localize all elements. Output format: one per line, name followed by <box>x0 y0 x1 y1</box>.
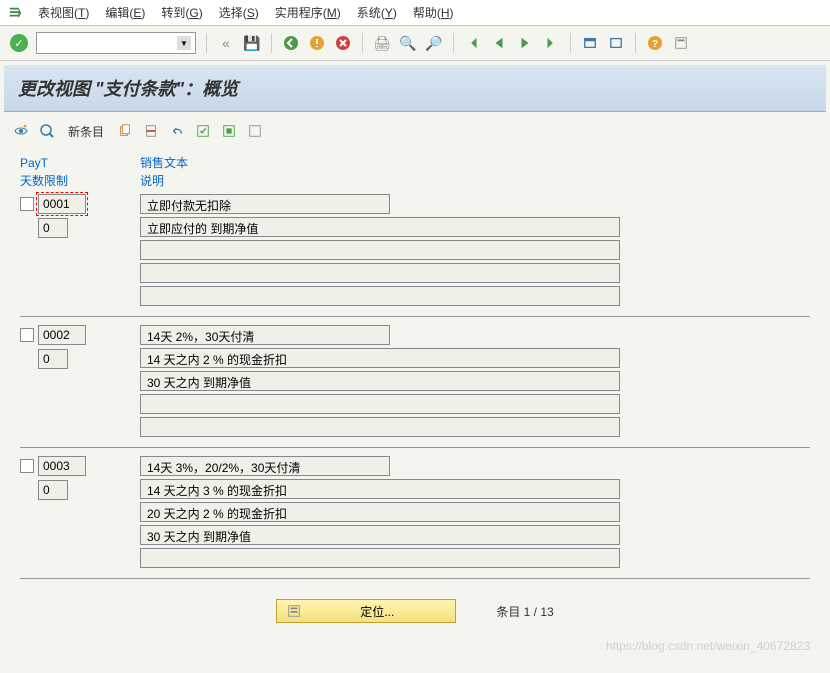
new-session-icon[interactable] <box>581 34 599 52</box>
description-line[interactable] <box>140 548 620 568</box>
toggle-display-icon[interactable] <box>12 122 30 140</box>
separator <box>206 33 207 53</box>
menu-help[interactable]: 帮助(H) <box>413 4 454 21</box>
command-field[interactable]: ▼ <box>36 32 196 54</box>
payt-code-field[interactable]: 0002 <box>38 325 86 345</box>
daylimit-field[interactable]: 0 <box>38 218 68 238</box>
system-toolbar: ✓ ▼ « 💾 🖨 🔍 🔎 ? <box>0 26 830 61</box>
entry-checkbox[interactable] <box>20 328 34 342</box>
description-line[interactable]: 立即应付的 到期净值 <box>140 217 620 237</box>
separator <box>271 33 272 53</box>
entry-row: 0002 0 14天 2%，30天付清 14 天之内 2 % 的现金折扣 30 … <box>20 325 810 448</box>
entry-checkbox[interactable] <box>20 197 34 211</box>
first-page-icon[interactable] <box>464 34 482 52</box>
separator <box>570 33 571 53</box>
find-next-icon[interactable]: 🔎 <box>425 34 443 52</box>
customize-icon[interactable] <box>672 34 690 52</box>
separator <box>635 33 636 53</box>
menu-tableview[interactable]: 表视图(T) <box>38 4 89 21</box>
description-line[interactable]: 20 天之内 2 % 的现金折扣 <box>140 502 620 522</box>
position-button[interactable]: 定位... <box>276 599 456 623</box>
watermark: https://blog.csdn.net/weixin_40672823 <box>606 639 810 653</box>
description-line[interactable]: 14 天之内 3 % 的现金折扣 <box>140 479 620 499</box>
dropdown-arrow-icon[interactable]: ▼ <box>177 36 191 50</box>
svg-text:?: ? <box>652 39 658 50</box>
new-entry-label[interactable]: 新条目 <box>68 123 104 140</box>
separator <box>362 33 363 53</box>
description-line[interactable]: 30 天之内 到期净值 <box>140 371 620 391</box>
description-line[interactable]: 14 天之内 2 % 的现金折扣 <box>140 348 620 368</box>
description-line[interactable] <box>140 394 620 414</box>
position-label: 定位... <box>309 603 445 620</box>
footer: 定位... 条目 1 / 13 <box>20 589 810 633</box>
app-toolbar: 新条目 <box>0 116 830 146</box>
back-nav-icon[interactable] <box>282 34 300 52</box>
menu-utilities[interactable]: 实用程序(M) <box>275 4 341 21</box>
menu-system[interactable]: 系统(Y) <box>357 4 397 21</box>
copy-icon[interactable] <box>116 122 134 140</box>
menubar: 表视图(T) 编辑(E) 转到(G) 选择(S) 实用程序(M) 系统(Y) 帮… <box>0 0 830 26</box>
delete-icon[interactable] <box>142 122 160 140</box>
undo-icon[interactable] <box>168 122 186 140</box>
header-description: 说明 <box>140 172 810 190</box>
shortcut-icon[interactable] <box>607 34 625 52</box>
entry-row: 0001 0 立即付款无扣除 立即应付的 到期净值 <box>20 194 810 317</box>
description-line[interactable] <box>140 263 620 283</box>
exit-icon[interactable] <box>308 34 326 52</box>
select-all-icon[interactable] <box>194 122 212 140</box>
daylimit-field[interactable]: 0 <box>38 349 68 369</box>
salestext-field[interactable]: 14天 3%，20/2%，30天付清 <box>140 456 390 476</box>
details-icon[interactable] <box>38 122 56 140</box>
entry-row: 0003 0 14天 3%，20/2%，30天付清 14 天之内 3 % 的现金… <box>20 456 810 579</box>
menu-indicator-icon <box>8 6 22 20</box>
separator <box>453 33 454 53</box>
page-title: 更改视图 "支付条款"：概览 <box>4 65 826 112</box>
description-line[interactable] <box>140 240 620 260</box>
menu-edit[interactable]: 编辑(E) <box>105 4 145 21</box>
header-payt: PayT <box>20 154 140 172</box>
header-salestext: 销售文本 <box>140 154 810 172</box>
deselect-all-icon[interactable] <box>246 122 264 140</box>
position-icon <box>287 604 301 618</box>
find-icon[interactable]: 🔍 <box>399 34 417 52</box>
salestext-field[interactable]: 立即付款无扣除 <box>140 194 390 214</box>
ok-icon[interactable]: ✓ <box>10 34 28 52</box>
print-icon[interactable]: 🖨 <box>373 34 391 52</box>
entry-checkbox[interactable] <box>20 459 34 473</box>
description-line[interactable] <box>140 286 620 306</box>
next-page-icon[interactable] <box>516 34 534 52</box>
entry-count: 条目 1 / 13 <box>496 603 553 620</box>
menu-goto[interactable]: 转到(G) <box>161 4 202 21</box>
last-page-icon[interactable] <box>542 34 560 52</box>
prev-page-icon[interactable] <box>490 34 508 52</box>
payt-code-field[interactable]: 0003 <box>38 456 86 476</box>
help-icon[interactable]: ? <box>646 34 664 52</box>
save-icon[interactable]: 💾 <box>243 34 261 52</box>
cancel-icon[interactable] <box>334 34 352 52</box>
payt-code-field[interactable]: 0001 <box>38 194 86 214</box>
salestext-field[interactable]: 14天 2%，30天付清 <box>140 325 390 345</box>
daylimit-field[interactable]: 0 <box>38 480 68 500</box>
menu-select[interactable]: 选择(S) <box>219 4 259 21</box>
back-icon[interactable]: « <box>217 34 235 52</box>
description-line[interactable] <box>140 417 620 437</box>
header-daylimit: 天数限制 <box>20 172 140 190</box>
description-line[interactable]: 30 天之内 到期净值 <box>140 525 620 545</box>
select-block-icon[interactable] <box>220 122 238 140</box>
content-area: PayT 天数限制 销售文本 说明 0001 0 立即付款无扣除 立即应付的 到… <box>0 146 830 641</box>
column-headers: PayT 天数限制 销售文本 说明 <box>20 154 810 190</box>
